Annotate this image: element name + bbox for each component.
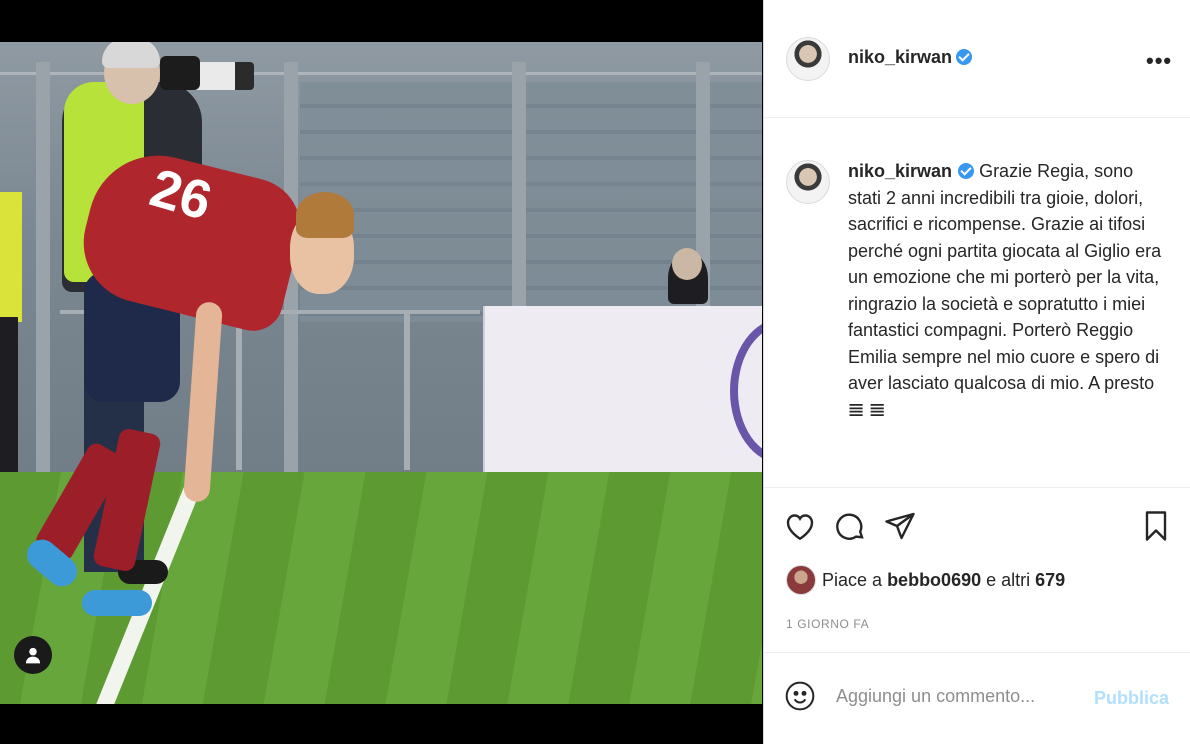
spectator-head bbox=[672, 248, 702, 280]
comment-input[interactable] bbox=[836, 686, 1076, 707]
post-timestamp[interactable]: 1 GIORNO FA bbox=[786, 617, 869, 631]
liker-avatar bbox=[786, 565, 816, 595]
header-divider bbox=[764, 117, 1190, 118]
comment-icon[interactable] bbox=[832, 508, 868, 544]
advertising-board bbox=[483, 306, 762, 474]
post-header: niko_kirwan bbox=[848, 47, 973, 68]
railing-post bbox=[236, 310, 242, 470]
post-side-panel: niko_kirwan ••• niko_kirwan Grazie Regia… bbox=[763, 0, 1190, 744]
post-caption: niko_kirwan Grazie Regia, sono stati 2 a… bbox=[848, 158, 1168, 424]
caption-username[interactable]: niko_kirwan bbox=[848, 161, 952, 181]
likes-middle: e altri bbox=[986, 569, 1031, 590]
player-hair bbox=[296, 192, 354, 238]
steward-legs bbox=[0, 317, 18, 472]
verified-badge-icon bbox=[958, 163, 975, 179]
user-tag-icon[interactable] bbox=[14, 636, 52, 674]
caption-avatar[interactable] bbox=[786, 160, 830, 204]
camera-body bbox=[160, 56, 200, 90]
more-options-icon[interactable]: ••• bbox=[1146, 48, 1172, 74]
caption-emoji: 𝌆 bbox=[869, 399, 886, 421]
liker-username[interactable]: bebbo0690 bbox=[887, 570, 981, 591]
caption-text: Grazie Regia, sono stati 2 anni incredib… bbox=[848, 161, 1162, 393]
caption-divider bbox=[764, 487, 1190, 488]
railing-post bbox=[404, 310, 410, 470]
steward bbox=[0, 192, 22, 322]
smiley-icon[interactable] bbox=[784, 680, 816, 712]
likes-summary[interactable]: Piace a bebbo0690 e altri 679 bbox=[786, 565, 1065, 595]
publish-button[interactable]: Pubblica bbox=[1094, 688, 1169, 709]
verified-badge-icon bbox=[956, 49, 973, 65]
bookmark-icon[interactable] bbox=[1138, 508, 1174, 544]
comment-divider bbox=[764, 652, 1190, 653]
post-photo[interactable]: 26 bbox=[0, 42, 762, 704]
author-username[interactable]: niko_kirwan bbox=[848, 47, 952, 67]
photographer-hair bbox=[102, 42, 160, 68]
likes-count[interactable]: 679 bbox=[1035, 570, 1065, 591]
stand-pillar bbox=[36, 62, 50, 502]
player-boot bbox=[82, 590, 152, 616]
heart-icon[interactable] bbox=[782, 508, 818, 544]
likes-prefix: Piace a bbox=[822, 569, 883, 590]
author-avatar[interactable] bbox=[786, 37, 830, 81]
paper-plane-icon[interactable] bbox=[882, 508, 918, 544]
caption-emoji: 𝌆 bbox=[848, 399, 865, 421]
